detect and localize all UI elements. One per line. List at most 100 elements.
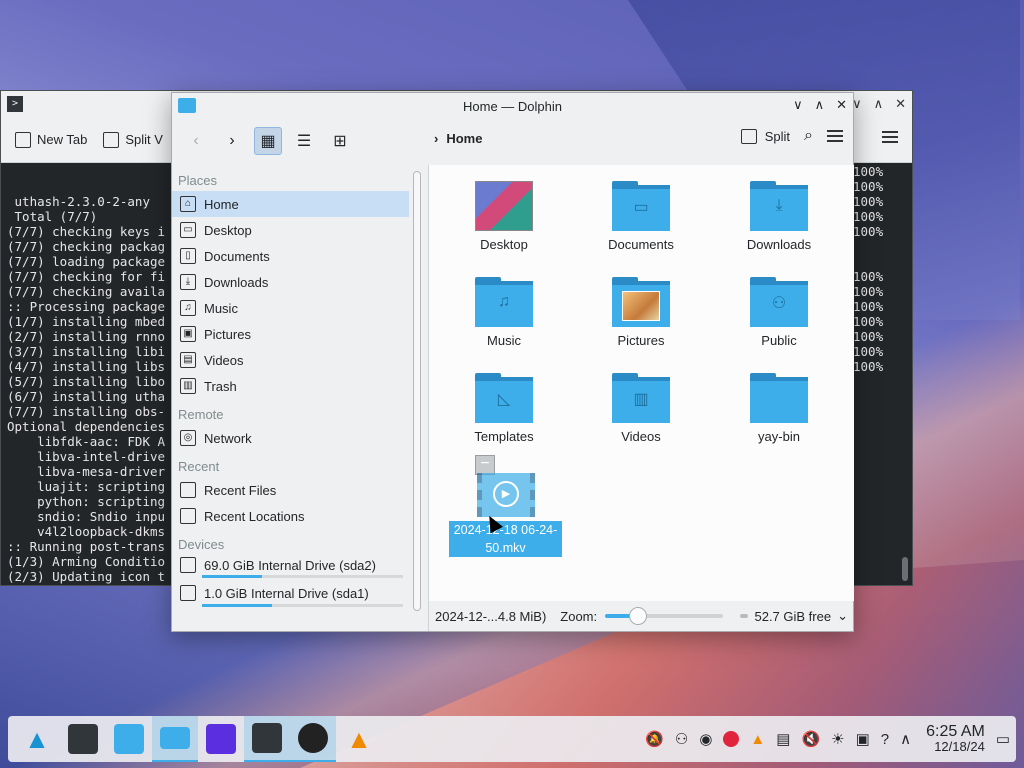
status-bar: 2024-12-...4.8 MiB) Zoom: 52.7 GiB free …: [428, 601, 854, 631]
maximize-icon[interactable]: ∧: [874, 96, 884, 112]
sidebar-item-drive-sda2[interactable]: 69.0 GiB Internal Drive (sda2): [172, 555, 409, 575]
file-item-documents[interactable]: ▭ Documents: [581, 181, 701, 252]
split-view-button[interactable]: Split V: [103, 131, 163, 148]
file-item-videos[interactable]: ▥ Videos: [581, 373, 701, 444]
file-item-public[interactable]: ⚇ Public: [719, 277, 839, 348]
file-label: Pictures: [617, 333, 665, 348]
sidebar-item-pictures[interactable]: ▣ Pictures: [172, 321, 409, 347]
notifications-icon[interactable]: 🔕: [645, 730, 664, 748]
hamburger-menu-icon[interactable]: [882, 131, 898, 143]
taskbar-konsole[interactable]: [244, 716, 290, 762]
recording-icon[interactable]: [723, 731, 740, 747]
obs-tray-icon[interactable]: ◉: [699, 730, 712, 748]
devices-heading: Devices: [178, 537, 225, 552]
settings-icon: [68, 724, 98, 754]
zoom-slider[interactable]: [605, 607, 724, 625]
help-icon[interactable]: ?: [881, 731, 889, 748]
taskbar-obs[interactable]: [290, 716, 336, 762]
chevron-up-icon[interactable]: ∧: [900, 730, 911, 748]
breadcrumb[interactable]: › Home: [434, 131, 482, 146]
file-label: Videos: [621, 429, 661, 444]
kde-connect-icon[interactable]: ⚇: [675, 730, 688, 748]
sidebar-item-label: Documents: [204, 248, 270, 264]
brightness-icon[interactable]: ☀: [831, 730, 844, 748]
file-item-music[interactable]: ♫ Music: [444, 277, 564, 348]
folder-icon: [750, 373, 808, 423]
places-panel: Places ⌂ Home ▭ Desktop ▯ Documents ⤓ Downloads…: [172, 165, 409, 623]
close-icon[interactable]: ✕: [836, 97, 847, 113]
details-view-icon[interactable]: ☰: [290, 127, 318, 155]
sidebar-item-home[interactable]: ⌂ Home: [172, 191, 409, 217]
progress-percent: [853, 254, 883, 269]
split-button[interactable]: Split: [740, 128, 790, 144]
free-space[interactable]: 52.7 GiB free ⌄: [740, 608, 848, 624]
file-item-video-selected[interactable]: − ▶ 2024-12-18 06-24-50.mkv: [449, 455, 562, 557]
new-tab-button[interactable]: New Tab: [15, 131, 87, 148]
compact-view-icon[interactable]: ⊞: [326, 127, 354, 155]
breadcrumb-home[interactable]: Home: [446, 131, 482, 146]
search-icon[interactable]: ⌕: [804, 127, 813, 145]
icons-view-icon[interactable]: ▦: [254, 127, 282, 155]
app-launcher-button[interactable]: ▲: [14, 716, 60, 762]
close-icon[interactable]: ✕: [895, 96, 906, 112]
deselect-icon[interactable]: −: [475, 455, 495, 475]
minimize-icon[interactable]: ∨: [793, 97, 803, 113]
clock-date: 12/18/24: [934, 739, 985, 754]
desktop-thumbnail: [475, 181, 533, 231]
file-item-templates[interactable]: ◺ Templates: [444, 373, 564, 444]
file-label: Documents: [608, 237, 674, 252]
recent-heading: Recent: [178, 459, 220, 474]
file-label: 2024-12-18 06-24-50.mkv: [449, 521, 562, 557]
sidebar-item-recent-files[interactable]: Recent Files: [172, 477, 409, 503]
progress-percent: 100%: [853, 299, 884, 314]
zoom-label: Zoom:: [560, 608, 598, 624]
file-item-pictures[interactable]: Pictures: [581, 277, 701, 348]
clock[interactable]: 6:25 AM 12/18/24: [926, 724, 985, 755]
progress-percent: 100%: [853, 329, 884, 344]
vlc-tray-icon[interactable]: ▲: [750, 731, 765, 748]
sidebar-item-label: 69.0 GiB Internal Drive (sda2): [204, 557, 376, 573]
forward-icon[interactable]: ›: [218, 127, 246, 155]
taskbar-system-settings[interactable]: [60, 716, 106, 762]
file-item-downloads[interactable]: ⤓ Downloads: [719, 181, 839, 252]
sidebar-item-videos[interactable]: ▤ Videos: [172, 347, 409, 373]
file-view[interactable]: Desktop ▭ Documents ⤓ Downloads ♫ Music …: [428, 165, 854, 601]
maximize-icon[interactable]: ∧: [815, 97, 825, 113]
hamburger-menu-icon[interactable]: [827, 130, 843, 142]
show-desktop-icon[interactable]: ▭: [996, 730, 1010, 748]
sidebar-item-network[interactable]: ◎ Network: [172, 425, 409, 451]
free-space-bar: [740, 614, 749, 618]
file-item-yay-bin[interactable]: yay-bin: [719, 373, 839, 444]
places-heading: Places: [178, 173, 218, 188]
taskbar-discover[interactable]: [106, 716, 152, 762]
pictures-icon: ▣: [180, 326, 196, 342]
file-label: yay-bin: [758, 429, 800, 444]
folder-downloads-icon: ⤓: [750, 181, 808, 231]
drive-icon: [180, 585, 196, 601]
file-label: Music: [487, 333, 521, 348]
system-tray: 🔕 ⚇ ◉ ▲ ▤ 🔇 ☀ ▣ ? ∧ 6:25 AM 12/18/24 ▭: [645, 724, 1010, 755]
volume-muted-icon[interactable]: 🔇: [801, 730, 820, 748]
sidebar-item-documents[interactable]: ▯ Documents: [172, 243, 409, 269]
sidebar-item-drive-sda1[interactable]: 1.0 GiB Internal Drive (sda1): [172, 582, 409, 604]
folder-pictures-icon: [612, 277, 670, 327]
sidebar-item-recent-locations[interactable]: Recent Locations: [172, 503, 409, 529]
back-icon[interactable]: ‹: [182, 127, 210, 155]
sidebar-item-desktop[interactable]: ▭ Desktop: [172, 217, 409, 243]
terminal-scrollbar[interactable]: [902, 557, 908, 581]
taskbar-dolphin[interactable]: [152, 716, 198, 762]
sidebar-item-downloads[interactable]: ⤓ Downloads: [172, 269, 409, 295]
drive-usage-bar: [202, 604, 403, 607]
sidebar-item-trash[interactable]: ▥ Trash: [172, 373, 409, 399]
sidebar-scrollbar[interactable]: [413, 171, 421, 623]
trash-icon: ▥: [180, 378, 196, 394]
clipboard-icon[interactable]: ▤: [776, 730, 790, 748]
music-icon: ♫: [180, 300, 196, 316]
file-item-desktop[interactable]: Desktop: [444, 181, 564, 252]
taskbar-vlc[interactable]: ▲: [336, 716, 382, 762]
sidebar-item-music[interactable]: ♫ Music: [172, 295, 409, 321]
discover-icon: [114, 724, 144, 754]
taskbar-app[interactable]: [198, 716, 244, 762]
dolphin-titlebar: Home — Dolphin ∨ ∧ ✕: [172, 93, 853, 119]
disks-icon[interactable]: ▣: [856, 730, 870, 748]
